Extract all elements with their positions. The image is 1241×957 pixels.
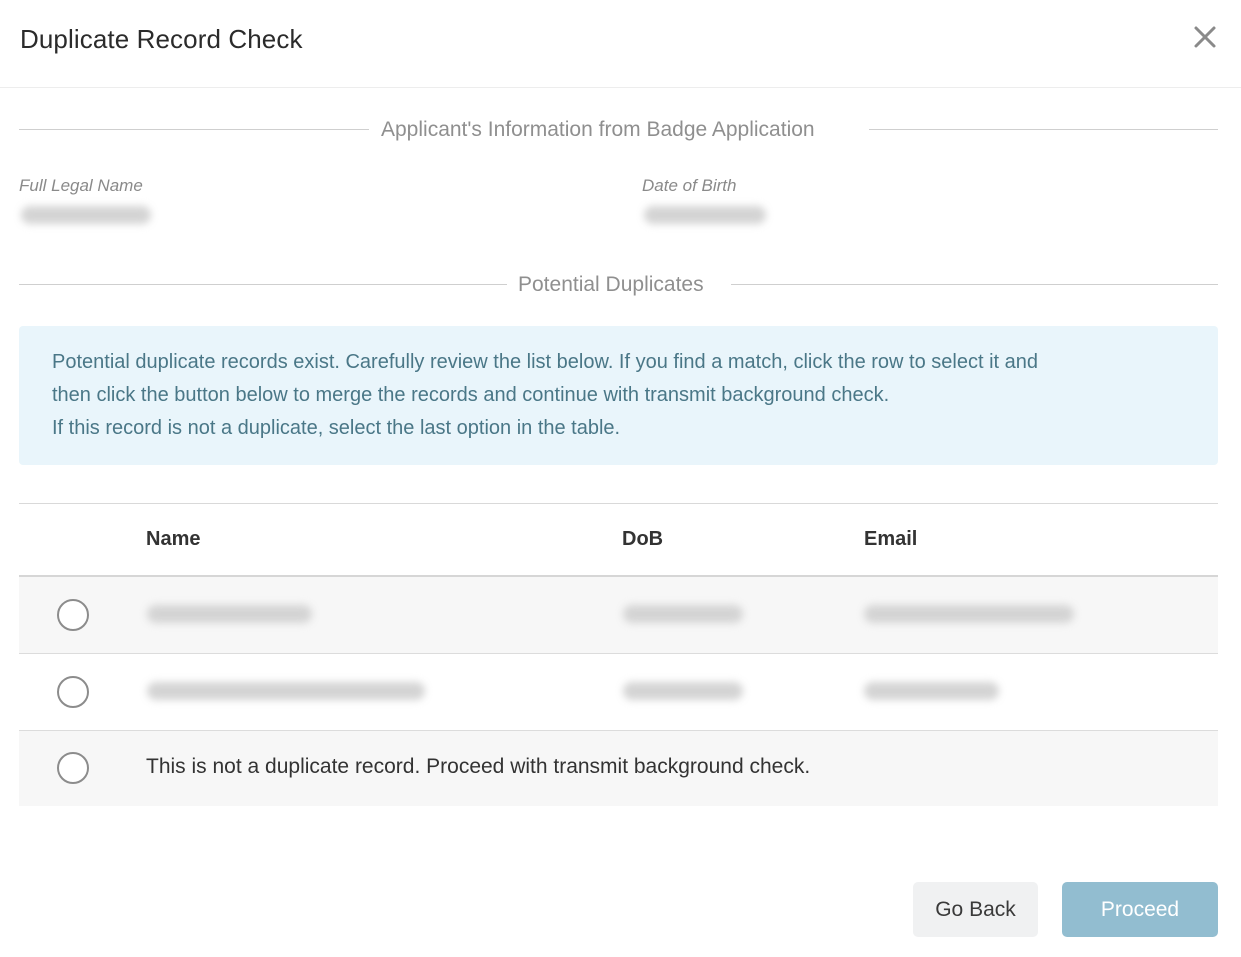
not-duplicate-option-label: This is not a duplicate record. Proceed … [146,755,811,778]
divider-line-right [869,129,1218,130]
dialog-title: Duplicate Record Check [20,24,303,54]
info-text-line: Potential duplicate records exist. Caref… [52,351,1039,373]
full-legal-name-label: Full Legal Name [19,176,143,195]
applicant-section-divider: Applicant's Information from Badge Appli… [19,118,1218,142]
go-back-button[interactable]: Go Back [913,882,1038,937]
dialog-header: Duplicate Record Check [0,0,1241,88]
proceed-button[interactable]: Proceed [1062,882,1218,937]
name-cell-redacted [147,605,312,623]
column-header-name: Name [146,528,201,550]
close-icon[interactable] [1188,20,1222,54]
divider-line-left [19,129,369,130]
full-legal-name-value-redacted [21,206,151,224]
date-of-birth-value-redacted [644,206,766,224]
table-top-border [19,503,1218,504]
dob-cell-redacted [623,682,743,700]
table-row-not-duplicate[interactable]: This is not a duplicate record. Proceed … [19,731,1218,806]
row-select-radio[interactable] [57,676,89,708]
divider-line-right [731,284,1218,285]
dob-cell-redacted [623,605,743,623]
table-row[interactable] [19,654,1218,731]
info-alert: Potential duplicate records exist. Caref… [19,326,1218,465]
email-cell-redacted [864,605,1074,623]
row-select-radio[interactable] [57,599,89,631]
applicant-section-heading: Applicant's Information from Badge Appli… [381,118,815,141]
date-of-birth-label: Date of Birth [642,176,737,195]
info-text-line: If this record is not a duplicate, selec… [52,417,621,439]
row-select-radio[interactable] [57,752,89,784]
info-text-line: then click the button below to merge the… [52,384,890,406]
name-cell-redacted [147,682,425,700]
column-header-dob: DoB [622,528,664,550]
column-header-email: Email [864,528,918,550]
table-row[interactable] [19,577,1218,654]
divider-line-left [19,284,507,285]
duplicate-record-dialog: Duplicate Record Check Applicant's Infor… [0,0,1241,957]
duplicates-section-divider: Potential Duplicates [19,273,1218,297]
email-cell-redacted [864,682,999,700]
duplicates-section-heading: Potential Duplicates [518,273,704,296]
